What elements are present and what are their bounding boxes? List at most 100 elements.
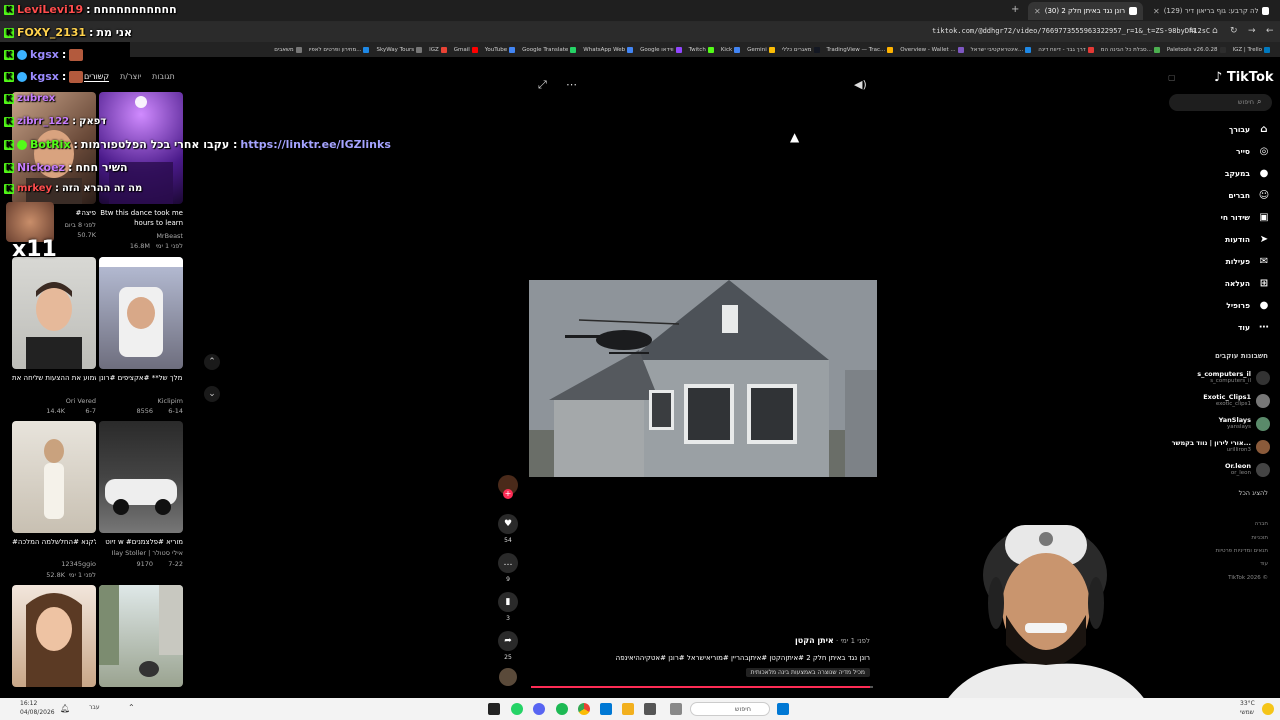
new-tab-button[interactable]: +	[1011, 4, 1019, 15]
subscriber-badge-icon	[17, 71, 27, 82]
bookmark-item[interactable]: מאגרים כללי	[782, 46, 820, 53]
video-thumbnail[interactable]	[12, 585, 96, 687]
scroll-up-button[interactable]: ⌃	[204, 354, 220, 370]
comment-icon[interactable]: …	[498, 553, 518, 573]
video-thumbnail[interactable]	[99, 421, 183, 533]
share-icon[interactable]: ➦	[498, 631, 518, 651]
discord-taskbar-icon[interactable]	[533, 703, 545, 715]
sidebar-nav-item[interactable]: פעילות ✉	[1180, 253, 1270, 269]
sidebar-nav-item[interactable]: עבורך ⌂	[1180, 121, 1270, 137]
video-thumbnail[interactable]	[99, 585, 183, 687]
browser-tab-active[interactable]: ✕ רונן נגד באיתן חלק 2 (30)	[1028, 2, 1143, 20]
bookmark-item[interactable]: Overview - Wallet ...	[900, 46, 964, 53]
sidebar-nav-item[interactable]: שידור חי ▣	[1180, 209, 1270, 225]
tiktok-logo[interactable]: ♪ TikTok	[1214, 70, 1274, 85]
bookmark-item[interactable]: Google ווידאו	[640, 46, 682, 53]
bookmark-item[interactable]: Gmail	[454, 46, 478, 53]
refresh-icon[interactable]: ↻	[1230, 26, 1238, 36]
collapse-sidebar-icon[interactable]: ▢	[1168, 73, 1176, 82]
sidebar-nav-item[interactable]: עוד ⋯	[1180, 319, 1270, 335]
tab-related[interactable]: קשורים	[84, 72, 110, 82]
close-tab-icon[interactable]: ✕	[1034, 7, 1041, 16]
sidebar-nav-item[interactable]: חברים ☺	[1180, 187, 1270, 203]
bookmark-item[interactable]: Google Translate	[522, 46, 577, 53]
bookmark-icon[interactable]: ▮	[498, 592, 518, 612]
video-player[interactable]	[529, 280, 877, 477]
following-account[interactable]: Or.leon or_leon	[1150, 461, 1270, 479]
browser-tab[interactable]: ✕ (129) אלה קרבע: גוף בריאון דיר...	[1147, 2, 1275, 20]
app-taskbar-icon[interactable]	[600, 703, 612, 715]
bookmark-item[interactable]: אינטראקטיבי ישראל...	[971, 46, 1032, 53]
tab-comments[interactable]: תגובות	[152, 72, 175, 81]
chat-link[interactable]: https://linktr.ee/IGZlinks	[240, 138, 390, 151]
close-tab-icon[interactable]: ✕	[1153, 7, 1160, 16]
music-disc-icon[interactable]	[499, 668, 517, 686]
footer-link[interactable]: תנאים ומדיניות פרטיות	[1216, 548, 1268, 554]
following-account[interactable]: אורי לירון | נווד בקמשר... urilliron3	[1150, 438, 1270, 456]
share-action[interactable]: ➦ 25	[497, 631, 519, 661]
sidebar-nav-item[interactable]: פרופיל ●	[1180, 297, 1270, 313]
footer-link[interactable]: עוד	[1260, 561, 1268, 567]
bookmark-item[interactable]: TradingView — Trac...	[827, 46, 894, 53]
bookmark-item[interactable]: Gemini	[747, 46, 775, 53]
following-account[interactable]: YanSlays yanslays	[1150, 415, 1270, 433]
search-icon[interactable]: ⌕	[1257, 97, 1261, 107]
bookmark-item[interactable]: משאבים	[274, 46, 302, 53]
sidebar-nav-item[interactable]: הודעות ➤	[1180, 231, 1270, 247]
bookmark-item[interactable]: SkyWay Tours	[376, 46, 423, 53]
bookmark-item[interactable]: Twitch	[689, 46, 714, 53]
tray-expand-icon[interactable]: ⌃	[128, 703, 135, 712]
forward-icon[interactable]: →	[1248, 26, 1256, 36]
following-account[interactable]: Exotic_Clips1 exotic_clips1	[1150, 392, 1270, 410]
home-icon[interactable]: ⌂	[1212, 26, 1218, 36]
windows-start-icon[interactable]	[777, 703, 789, 715]
sidebar-nav-item[interactable]: סייר ◎	[1180, 143, 1270, 159]
bookmark-item[interactable]: IGZ	[429, 46, 447, 53]
app-taskbar-icon[interactable]	[670, 703, 682, 715]
video-author-name[interactable]: איתן הקטן	[795, 636, 834, 645]
spotify-taskbar-icon[interactable]	[556, 703, 568, 715]
footer-link[interactable]: תוכניות	[1251, 535, 1268, 541]
video-thumbnail[interactable]	[12, 421, 96, 533]
whatsapp-taskbar-icon[interactable]	[511, 703, 523, 715]
bookmark-item[interactable]: IGZ | Trello	[1233, 46, 1270, 53]
more-options-icon[interactable]: ⋯	[566, 78, 577, 91]
heart-icon[interactable]: ♥	[498, 514, 518, 534]
footer-link[interactable]: חברה	[1255, 521, 1268, 527]
video-thumbnail[interactable]	[99, 257, 183, 369]
language-indicator[interactable]: עבר	[89, 704, 100, 711]
volume-icon[interactable]: ◀)	[854, 78, 867, 91]
fullscreen-icon[interactable]: ⤢	[538, 78, 547, 92]
chrome-taskbar-icon[interactable]	[578, 703, 590, 715]
scroll-down-button[interactable]: ⌄	[204, 386, 220, 402]
video-progress-bar[interactable]	[531, 686, 873, 688]
bookmark-item[interactable]: WhatsApp Web	[583, 46, 634, 53]
bookmark-item[interactable]: YouTube	[485, 46, 516, 53]
extensions-icon[interactable]: ⇆	[1189, 26, 1197, 36]
bookmark-item[interactable]: סבלת כל הבינה המ...	[1101, 46, 1160, 53]
bookmark-action[interactable]: ▮ 3	[497, 592, 519, 622]
bookmark-item[interactable]: Kick	[721, 46, 741, 53]
video-thumbnail[interactable]	[12, 257, 96, 369]
follow-plus-icon[interactable]: +	[503, 489, 513, 499]
creator-avatar[interactable]: +	[498, 475, 518, 499]
tab-creator[interactable]: יוצר/ת	[120, 72, 141, 81]
app-taskbar-icon[interactable]	[488, 703, 500, 715]
notification-icon[interactable]: 🔔︎	[60, 704, 70, 713]
video-time: 7-22	[168, 560, 183, 568]
bookmark-item[interactable]: Paletools v26.0.28	[1167, 46, 1226, 53]
following-account[interactable]: s_computers_il s_computers_il	[1150, 369, 1270, 387]
url-field[interactable]: tiktok.com/@ddhgr72/video/76697735559633…	[932, 27, 1210, 35]
file-explorer-taskbar-icon[interactable]	[622, 703, 634, 715]
show-all-link[interactable]: להציג הכל	[1239, 489, 1268, 497]
like-action[interactable]: ♥ 54	[497, 514, 519, 544]
sidebar-nav-item[interactable]: במעקב ●	[1180, 165, 1270, 181]
taskbar-search-input[interactable]: חיפוש	[690, 702, 770, 716]
bookmark-item[interactable]: דרך גבר - דיווח דינה	[1038, 46, 1094, 53]
comment-action[interactable]: … 9	[497, 553, 519, 583]
sidebar-nav-item[interactable]: העלאה ⊞	[1180, 275, 1270, 291]
app-taskbar-icon[interactable]	[644, 703, 656, 715]
back-icon[interactable]: ←	[1266, 26, 1274, 36]
weather-temp[interactable]: 33°C	[1240, 700, 1255, 707]
bookmark-item[interactable]: מחירון ופרטים לאפיו...	[309, 46, 370, 53]
